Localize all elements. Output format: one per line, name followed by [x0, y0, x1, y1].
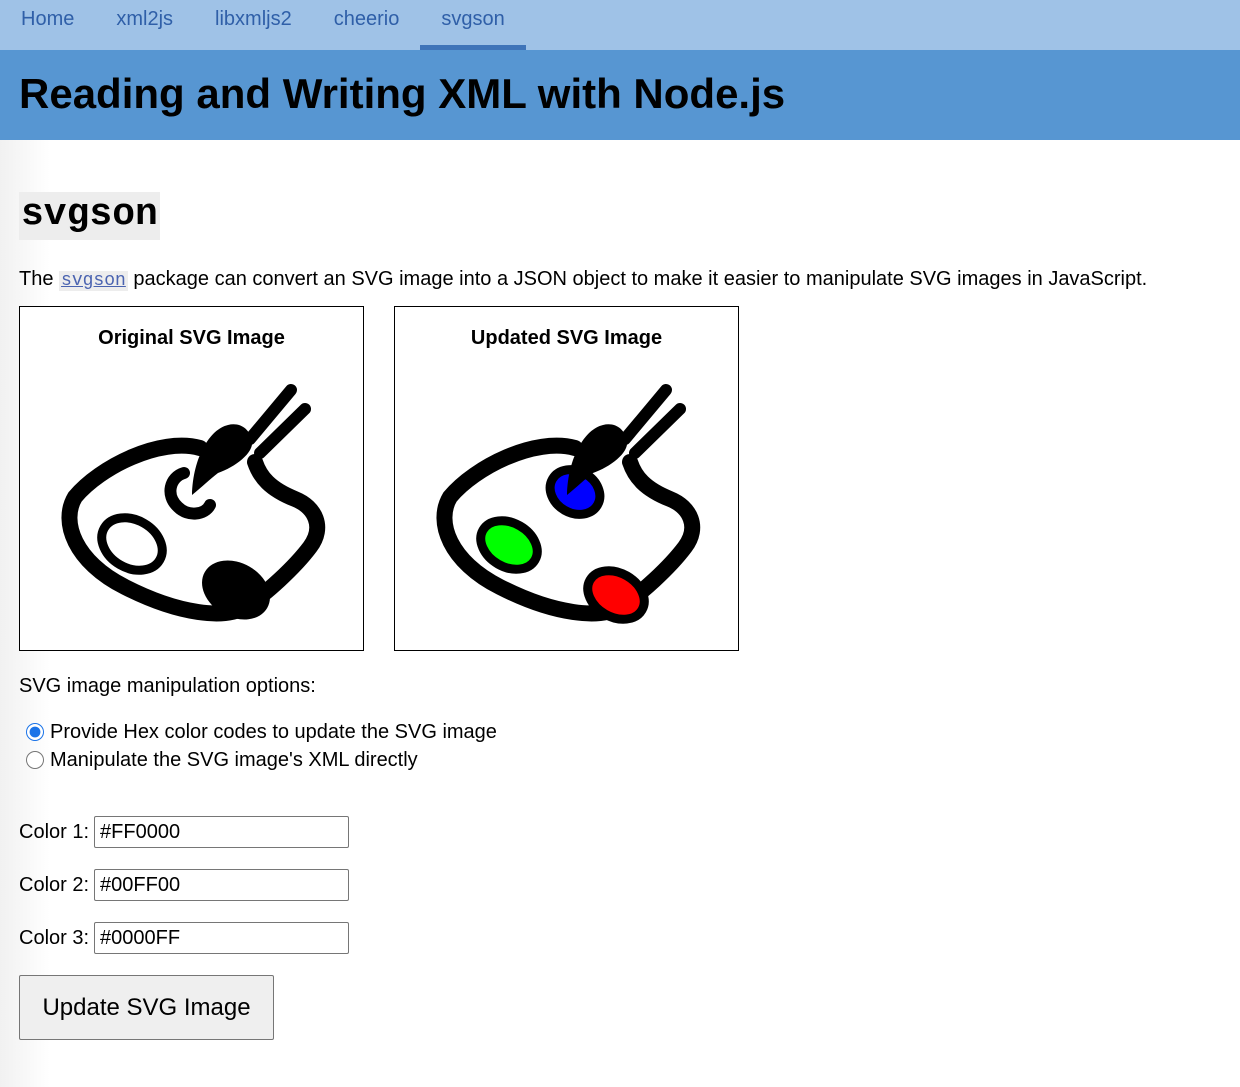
nav-item-svgson[interactable]: svgson [420, 0, 527, 50]
svgson-package-link[interactable]: svgson [59, 271, 128, 291]
section-title: svgson [19, 192, 160, 240]
updated-image-title: Updated SVG Image [470, 327, 663, 349]
intro-paragraph: The svgson package can convert an SVG im… [19, 264, 1221, 296]
radio-option-xml[interactable]: Manipulate the SVG image's XML directly [26, 746, 1221, 774]
updated-image-panel: Updated SVG Image [394, 306, 739, 651]
color-3-row: Color 3: [19, 922, 1221, 954]
main-content: svgson The svgson package can convert an… [0, 140, 1240, 1040]
nav-item-home[interactable]: Home [0, 0, 95, 50]
hex-colors-radio[interactable] [26, 723, 44, 741]
options-label: SVG image manipulation options: [19, 675, 316, 697]
original-palette-icon [61, 384, 326, 622]
nav-item-libxmljs2[interactable]: libxmljs2 [194, 0, 313, 50]
nav-item-cheerio[interactable]: cheerio [313, 0, 421, 50]
original-image-title: Original SVG Image [98, 327, 285, 349]
color-1-row: Color 1: [19, 816, 1221, 848]
intro-text-after: package can convert an SVG image into a … [127, 268, 1148, 290]
radio-option-xml-label: Manipulate the SVG image's XML directly [50, 748, 418, 771]
image-panels: Original SVG Image Updated SVG Image [19, 306, 1221, 651]
color-3-label: Color 3: [19, 926, 90, 949]
color-fields: Color 1: Color 2: Color 3: [19, 816, 1221, 954]
updated-palette-icon [436, 384, 701, 624]
color-1-label: Color 1: [19, 820, 90, 843]
page-title: Reading and Writing XML with Node.js [19, 70, 786, 117]
manipulation-options: Provide Hex color codes to update the SV… [26, 718, 1221, 774]
color-3-input[interactable] [94, 922, 350, 954]
radio-option-hex[interactable]: Provide Hex color codes to update the SV… [26, 718, 1221, 746]
nav-item-xml2js[interactable]: xml2js [95, 0, 194, 50]
xml-direct-radio[interactable] [26, 751, 44, 769]
color-1-input[interactable] [94, 816, 350, 848]
color-2-row: Color 2: [19, 869, 1221, 901]
intro-text-before: The [19, 268, 60, 290]
radio-option-hex-label: Provide Hex color codes to update the SV… [50, 720, 497, 743]
page-header: Reading and Writing XML with Node.js [0, 50, 1240, 140]
original-image-panel: Original SVG Image [19, 306, 364, 651]
update-svg-button[interactable]: Update SVG Image [19, 975, 274, 1040]
top-nav: Home xml2js libxmljs2 cheerio svgson [0, 0, 1240, 50]
color-2-input[interactable] [94, 869, 350, 901]
color-2-label: Color 2: [19, 873, 90, 896]
